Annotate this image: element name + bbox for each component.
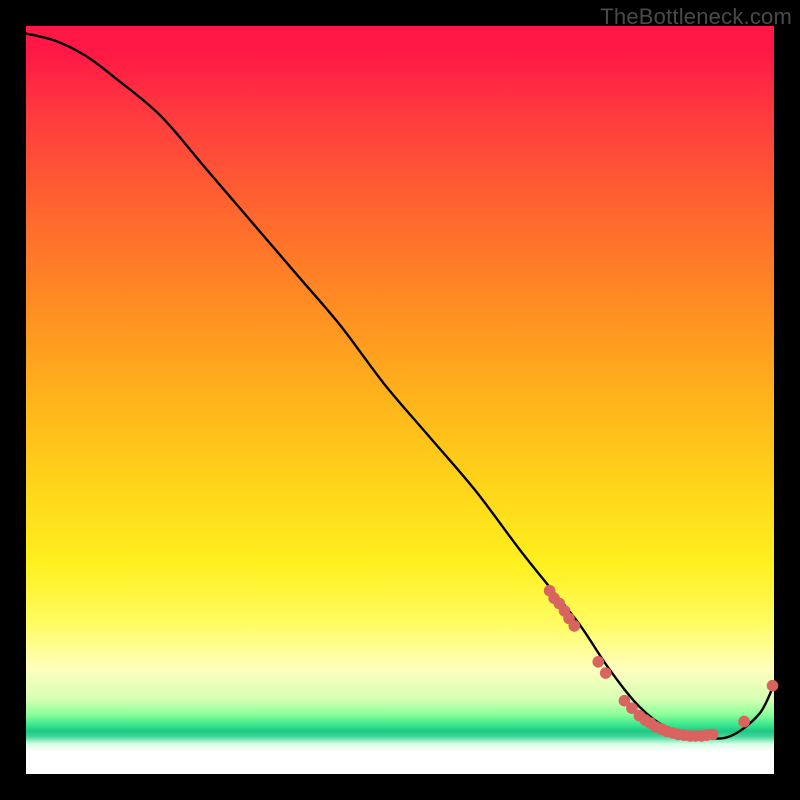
chart-stage: TheBottleneck.com	[0, 0, 800, 800]
curve-markers	[544, 585, 779, 742]
curve-line	[26, 34, 774, 739]
data-point-marker	[738, 716, 750, 728]
data-point-marker	[592, 656, 604, 668]
data-point-marker	[600, 667, 612, 679]
data-point-marker	[707, 729, 719, 741]
chart-plot-area	[26, 26, 774, 774]
data-point-marker	[767, 680, 779, 692]
chart-svg	[26, 26, 774, 774]
data-point-marker	[569, 620, 581, 632]
